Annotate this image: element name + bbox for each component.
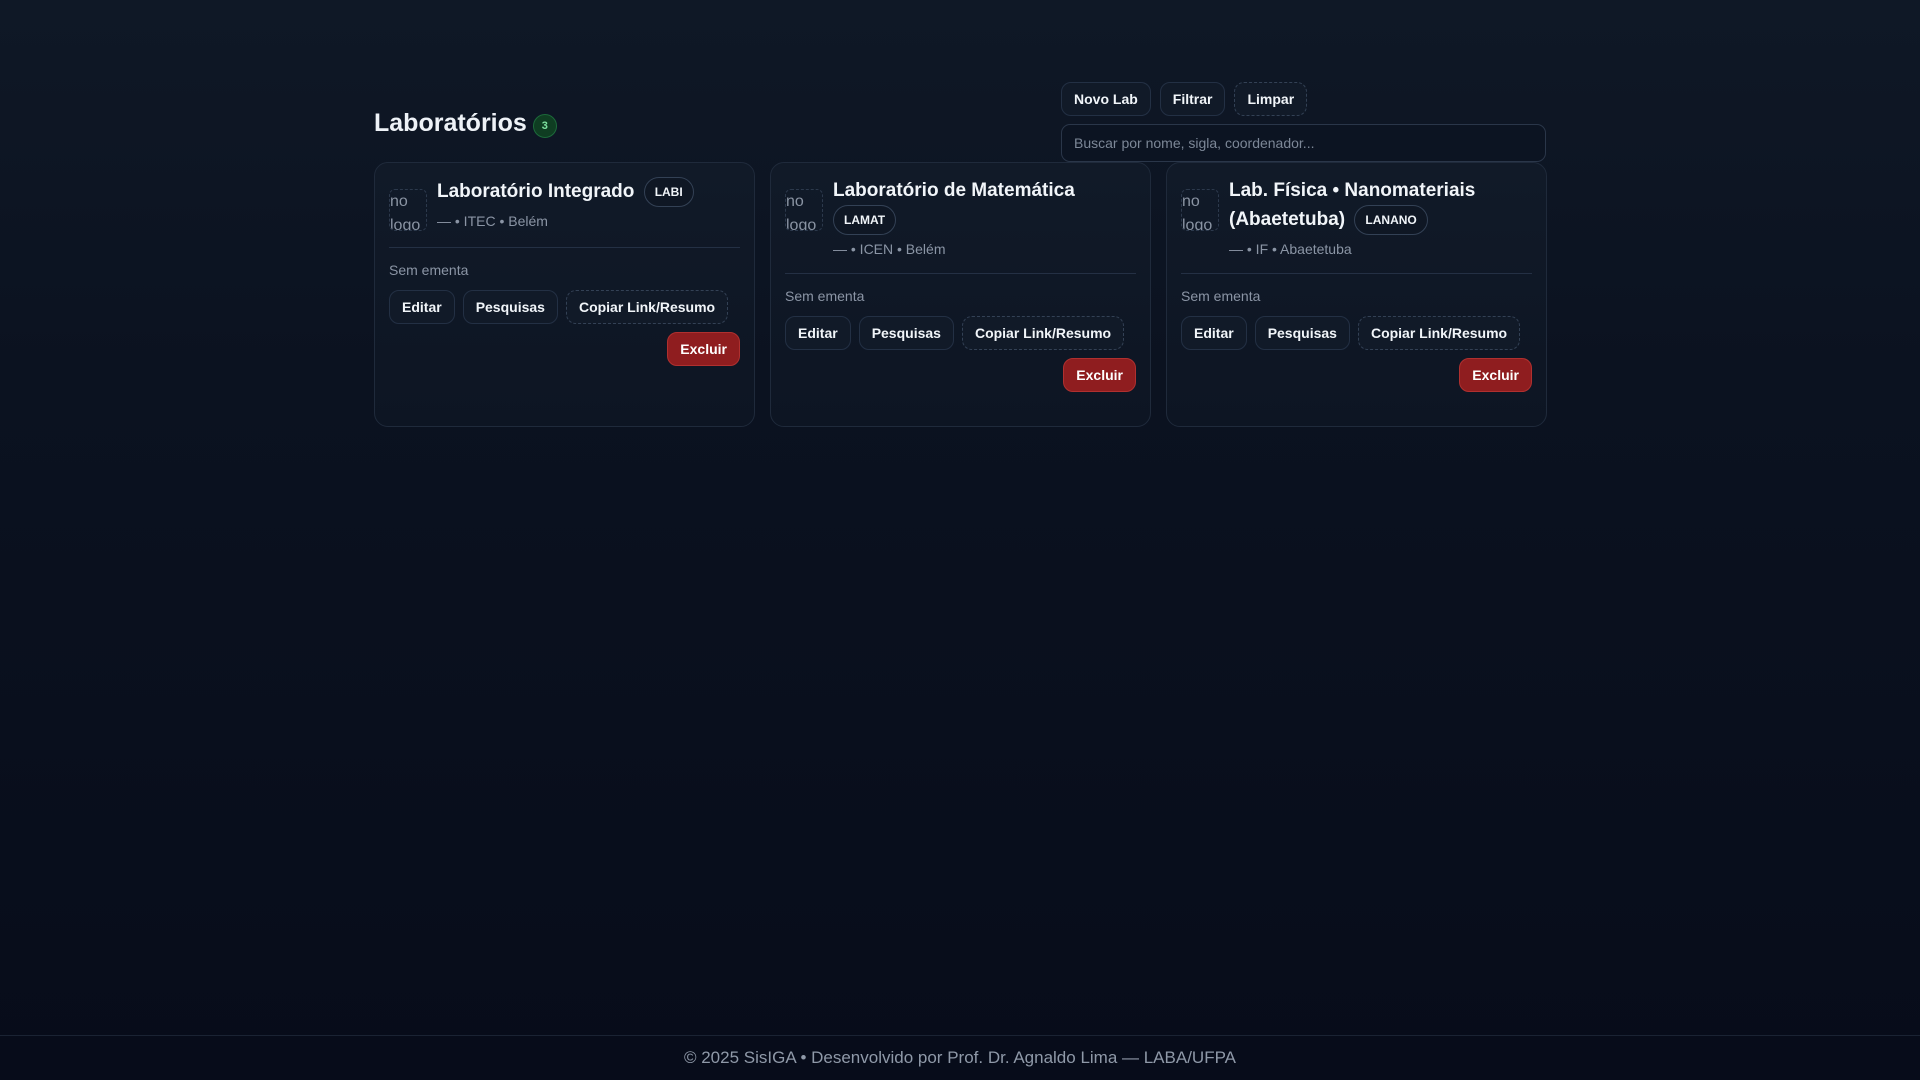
lab-card: no logo Laboratório de Matemática LAMAT … [770,162,1151,427]
page-footer: © 2025 SisIGA • Desenvolvido por Prof. D… [0,1035,1920,1080]
lab-info: Lab. Física • Nanomateriais (Abaetetuba)… [1229,177,1532,257]
lab-sigla-badge: LABI [643,177,694,207]
lab-name: Laboratório Integrado [437,181,635,203]
new-lab-button[interactable]: Novo Lab [1061,82,1151,116]
lab-info: Laboratório Integrado LABI — • ITEC • Be… [437,177,740,229]
research-button[interactable]: Pesquisas [858,316,954,350]
lab-logo-placeholder: no logo [1181,189,1219,231]
lab-ementa: Sem ementa [389,262,469,278]
lab-info: Laboratório de Matemática LAMAT — • ICEN… [833,177,1136,257]
divider [1181,273,1532,274]
page-header: Laboratórios 3 Novo Lab Filtrar Limpar [374,76,1546,166]
title-group: Laboratórios 3 [374,108,557,138]
divider [785,273,1136,274]
lab-meta: — • ICEN • Belém [833,241,946,257]
lab-sigla-badge: LANANO [1354,205,1428,235]
lab-name: Lab. Física • Nanomateriais (Abaetetuba) [1229,180,1476,231]
copy-link-button[interactable]: Copiar Link/Resumo [1357,316,1521,350]
lab-meta: — • IF • Abaetetuba [1229,241,1352,257]
edit-button[interactable]: Editar [785,316,851,350]
lab-name: Laboratório de Matemática [833,180,1075,201]
divider [389,247,740,248]
lab-card-grid: no logo Laboratório Integrado LABI — • I… [374,162,1547,427]
edit-button[interactable]: Editar [1181,316,1247,350]
lab-card: no logo Laboratório Integrado LABI — • I… [374,162,755,427]
edit-button[interactable]: Editar [389,290,455,324]
lab-card: no logo Lab. Física • Nanomateriais (Aba… [1166,162,1547,427]
lab-card-header: no logo Laboratório Integrado LABI — • I… [389,177,740,231]
lab-card-header: no logo Laboratório de Matemática LAMAT … [785,177,1136,257]
research-button[interactable]: Pesquisas [1254,316,1350,350]
lab-name-line: Lab. Física • Nanomateriais (Abaetetuba)… [1229,177,1532,235]
lab-logo-placeholder: no logo [785,189,823,231]
lab-card-actions: Editar Pesquisas Copiar Link/Resumo [389,290,740,324]
delete-row: Excluir [389,332,740,366]
delete-row: Excluir [785,358,1136,392]
header-actions: Novo Lab Filtrar Limpar [1061,82,1308,116]
lab-ementa: Sem ementa [1181,288,1261,304]
lab-name-line: Laboratório Integrado LABI [437,177,740,207]
page-title: Laboratórios [374,108,527,137]
search-input[interactable] [1061,124,1546,162]
lab-card-actions: Editar Pesquisas Copiar Link/Resumo [785,316,1136,350]
lab-meta: — • ITEC • Belém [437,213,548,229]
copy-link-button[interactable]: Copiar Link/Resumo [565,290,729,324]
research-button[interactable]: Pesquisas [462,290,558,324]
lab-ementa: Sem ementa [785,288,865,304]
lab-sigla-badge: LAMAT [833,205,897,235]
copy-link-button[interactable]: Copiar Link/Resumo [961,316,1125,350]
footer-text: © 2025 SisIGA • Desenvolvido por Prof. D… [683,1048,1237,1067]
delete-button[interactable]: Excluir [1063,358,1136,392]
delete-row: Excluir [1181,358,1532,392]
lab-count-badge: 3 [532,114,557,138]
lab-logo-placeholder: no logo [389,189,427,231]
lab-card-header: no logo Lab. Física • Nanomateriais (Aba… [1181,177,1532,257]
lab-name-line: Laboratório de Matemática LAMAT [833,177,1136,235]
clear-button[interactable]: Limpar [1234,82,1308,116]
delete-button[interactable]: Excluir [667,332,740,366]
delete-button[interactable]: Excluir [1459,358,1532,392]
lab-card-actions: Editar Pesquisas Copiar Link/Resumo [1181,316,1532,350]
filter-button[interactable]: Filtrar [1159,82,1226,116]
